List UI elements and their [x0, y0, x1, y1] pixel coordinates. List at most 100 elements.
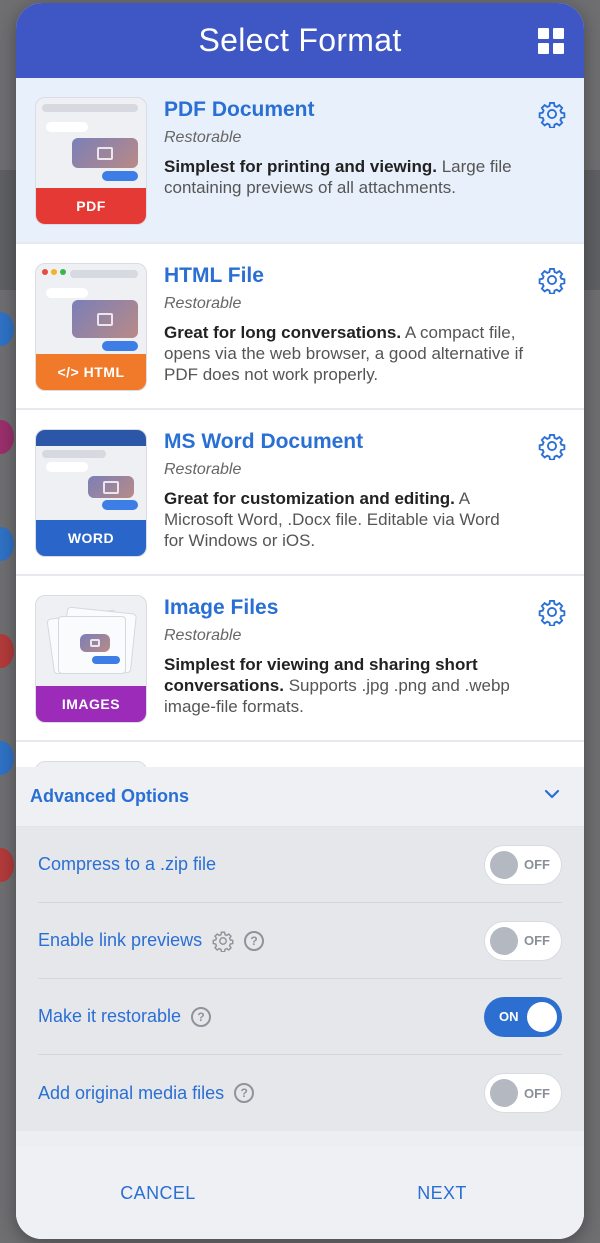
grid-cell	[553, 43, 564, 54]
format-text: Image Files Restorable Simplest for view…	[164, 596, 524, 717]
format-title: Image Files	[164, 596, 279, 619]
format-description: Simplest for viewing and sharing short c…	[164, 654, 524, 717]
gear-icon[interactable]	[538, 432, 566, 460]
images-thumbnail: IMAGES	[35, 595, 147, 723]
thumbnail-bubble	[102, 171, 138, 181]
toggle-state: OFF	[524, 857, 550, 872]
cancel-button[interactable]: CANCEL	[16, 1183, 300, 1204]
background-avatar	[0, 312, 14, 346]
grid-cell	[538, 28, 549, 39]
chevron-down-icon[interactable]	[544, 788, 560, 800]
images-badge: IMAGES	[36, 686, 146, 722]
option-label: Make it restorable	[38, 1006, 182, 1026]
advanced-options-header[interactable]: Advanced Options	[16, 767, 584, 827]
toggle-state: OFF	[524, 1085, 550, 1101]
help-icon[interactable]: ?	[191, 1006, 212, 1027]
thumbnail-bubble	[46, 462, 88, 472]
image-icon	[72, 138, 138, 168]
pdf-thumbnail: PDF	[35, 97, 147, 225]
grid-icon[interactable]	[538, 28, 564, 54]
option-original-media: Add original media files ? OFF	[38, 1055, 562, 1131]
format-option-partial[interactable]	[16, 742, 584, 768]
format-option-images[interactable]: IMAGES Image Files Restorable Simplest f…	[16, 576, 584, 742]
background-avatar	[0, 420, 14, 454]
format-subtitle: Restorable	[164, 129, 242, 146]
browser-dots	[42, 269, 66, 275]
option-label: Compress to a .zip file	[38, 854, 217, 874]
word-topbar	[36, 430, 146, 446]
image-icon	[88, 476, 134, 498]
html-thumbnail: </> HTML	[35, 263, 147, 391]
option-label-wrap: Enable link previews ?	[38, 930, 265, 952]
gear-icon[interactable]	[538, 100, 566, 128]
format-text: MS Word Document Restorable Great for cu…	[164, 430, 524, 551]
pdf-badge: PDF	[36, 188, 146, 224]
option-label: Add original media files	[38, 1082, 225, 1103]
option-label-wrap: Add original media files ?	[38, 1082, 255, 1104]
image-icon	[72, 300, 138, 338]
toggle-knob	[527, 1001, 557, 1032]
image-icon	[80, 634, 110, 652]
compress-zip-toggle[interactable]: OFF	[484, 844, 562, 885]
help-icon[interactable]: ?	[234, 1083, 255, 1103]
option-label-wrap: Compress to a .zip file	[38, 854, 216, 875]
thumbnail-topbar	[42, 104, 138, 112]
thumbnail-bubble	[92, 656, 120, 664]
format-text: HTML File Restorable Great for long conv…	[164, 264, 524, 385]
dialog-footer: CANCEL NEXT	[16, 1147, 584, 1239]
toggle-knob	[490, 926, 518, 955]
background-avatar	[0, 741, 14, 775]
advanced-options-list: Compress to a .zip file OFF Enable link …	[16, 827, 584, 1131]
original-media-toggle[interactable]: OFF	[484, 1073, 562, 1113]
option-restorable: Make it restorable ? ON	[38, 979, 562, 1055]
thumbnail-bubble	[102, 341, 138, 351]
word-thumbnail: WORD	[35, 429, 147, 557]
toggle-state: OFF	[524, 933, 550, 948]
format-title: MS Word Document	[164, 430, 364, 453]
format-option-word[interactable]: WORD MS Word Document Restorable Great f…	[16, 410, 584, 576]
background-avatar	[0, 848, 14, 882]
description-bold: Great for customization and editing.	[164, 489, 455, 508]
option-label-wrap: Make it restorable ?	[38, 1006, 212, 1027]
format-description: Simplest for printing and viewing. Large…	[164, 156, 524, 198]
html-badge: </> HTML	[36, 354, 146, 390]
dialog-title: Select Format	[198, 22, 402, 58]
gear-icon[interactable]	[538, 598, 566, 626]
description-bold: Simplest for printing and viewing.	[164, 157, 437, 176]
toggle-state: ON	[499, 1009, 519, 1024]
format-subtitle: Restorable	[164, 295, 242, 312]
thumbnail-topbar	[42, 450, 106, 458]
thumbnail-bubble	[46, 288, 88, 298]
restorable-toggle[interactable]: ON	[484, 996, 562, 1037]
option-compress-zip: Compress to a .zip file OFF	[38, 827, 562, 903]
format-description: Great for customization and editing. A M…	[164, 488, 524, 551]
help-icon[interactable]: ?	[244, 930, 265, 951]
next-button[interactable]: NEXT	[300, 1183, 584, 1204]
description-bold: Great for long conversations.	[164, 323, 402, 342]
advanced-options-title: Advanced Options	[30, 786, 190, 806]
option-label: Enable link previews	[38, 930, 203, 950]
toggle-knob	[490, 1079, 518, 1107]
format-title: HTML File	[164, 264, 264, 287]
option-link-previews: Enable link previews ? OFF	[38, 903, 562, 979]
format-list: PDF PDF Document Restorable Simplest for…	[16, 78, 584, 768]
format-option-pdf[interactable]: PDF PDF Document Restorable Simplest for…	[16, 78, 584, 244]
background-avatar	[0, 634, 14, 668]
thumbnail-topbar	[70, 270, 138, 278]
background-avatar	[0, 527, 14, 561]
toggle-knob	[490, 850, 518, 879]
select-format-dialog: Select Format PDF PDF Document Restorabl…	[16, 3, 584, 1239]
link-previews-toggle[interactable]: OFF	[484, 920, 562, 961]
format-title: PDF Document	[164, 98, 315, 121]
gear-icon[interactable]	[538, 266, 566, 294]
grid-cell	[553, 28, 564, 39]
gear-icon[interactable]	[212, 930, 234, 952]
format-option-html[interactable]: </> HTML HTML File Restorable Great for …	[16, 244, 584, 410]
dialog-header: Select Format	[16, 3, 584, 78]
format-description: Great for long conversations. A compact …	[164, 322, 524, 385]
thumbnail-bubble	[46, 122, 88, 132]
format-text: PDF Document Restorable Simplest for pri…	[164, 98, 524, 198]
grid-cell	[538, 43, 549, 54]
thumbnail-bubble	[102, 500, 138, 510]
format-subtitle: Restorable	[164, 461, 242, 478]
